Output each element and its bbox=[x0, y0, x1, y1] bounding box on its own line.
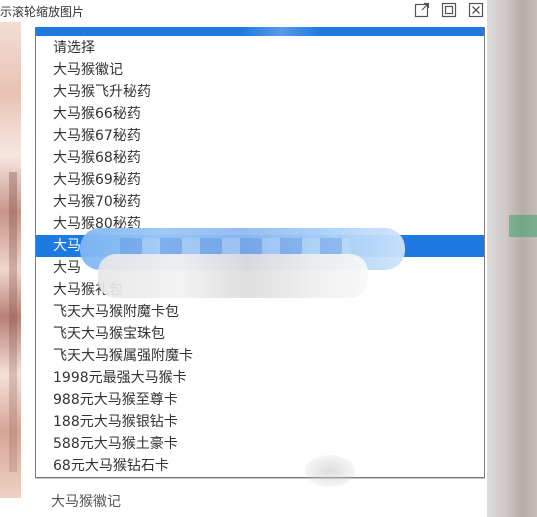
window-titlebar: 示滚轮缩放图片 bbox=[0, 0, 487, 22]
option-item[interactable]: 大马猴礼包 bbox=[36, 279, 484, 301]
option-item[interactable]: 大马猴66秘药 bbox=[36, 103, 484, 125]
window-title: 示滚轮缩放图片 bbox=[0, 5, 85, 19]
option-item[interactable]: 请选择 bbox=[36, 37, 484, 59]
option-item[interactable]: 飞天大马猴附魔卡包 bbox=[36, 301, 484, 323]
option-item[interactable]: 大马猴68秘药 bbox=[36, 147, 484, 169]
option-item[interactable]: 188元大马猴银钻卡 bbox=[36, 411, 484, 433]
dropdown-listbox[interactable]: 请选择 大马猴徽记 大马猴飞升秘药 大马猴66秘药 大马猴67秘药 大马猴68秘… bbox=[35, 27, 485, 478]
dropdown-options: 请选择 大马猴徽记 大马猴飞升秘药 大马猴66秘药 大马猴67秘药 大马猴68秘… bbox=[36, 37, 484, 477]
select-field-value: 大马猴徽记 bbox=[51, 494, 121, 510]
option-item[interactable]: 大马猴徽记 bbox=[36, 59, 484, 81]
option-item[interactable]: 68元大马猴钻石卡 bbox=[36, 455, 484, 477]
restore-icon[interactable] bbox=[441, 2, 457, 18]
option-item-selected[interactable]: 大马 bbox=[36, 235, 484, 257]
background-green-band bbox=[509, 215, 537, 237]
background-right-panel bbox=[487, 0, 537, 517]
option-item[interactable]: 大马 bbox=[36, 257, 484, 279]
option-item[interactable]: 1998元最强大马猴卡 bbox=[36, 367, 484, 389]
option-item[interactable]: 飞天大马猴宝珠包 bbox=[36, 323, 484, 345]
option-item[interactable]: 大马猴67秘药 bbox=[36, 125, 484, 147]
cursor-smudge bbox=[305, 455, 355, 487]
close-icon[interactable] bbox=[468, 2, 484, 18]
option-item[interactable]: 大马猴飞升秘药 bbox=[36, 81, 484, 103]
option-item[interactable]: 飞天大马猴属强附魔卡 bbox=[36, 345, 484, 367]
option-item[interactable]: 988元大马猴至尊卡 bbox=[36, 389, 484, 411]
option-item[interactable]: 大马猴80秘药 bbox=[36, 213, 484, 235]
option-item[interactable]: 大马猴69秘药 bbox=[36, 169, 484, 191]
select-field-below[interactable]: 大马猴徽记 bbox=[35, 478, 485, 517]
dropdown-strip-sheen bbox=[241, 27, 321, 36]
popout-icon[interactable] bbox=[414, 2, 430, 18]
option-item[interactable]: 大马猴70秘药 bbox=[36, 191, 484, 213]
option-item[interactable]: 588元大马猴土豪卡 bbox=[36, 433, 484, 455]
screenshot: 示滚轮缩放图片 大马猴徽记 请选择 大马猴徽记 大马猴飞升秘药 大马猴66秘药 … bbox=[0, 0, 537, 517]
background-artwork bbox=[0, 22, 21, 498]
dropdown-highlight-strip bbox=[36, 27, 484, 36]
